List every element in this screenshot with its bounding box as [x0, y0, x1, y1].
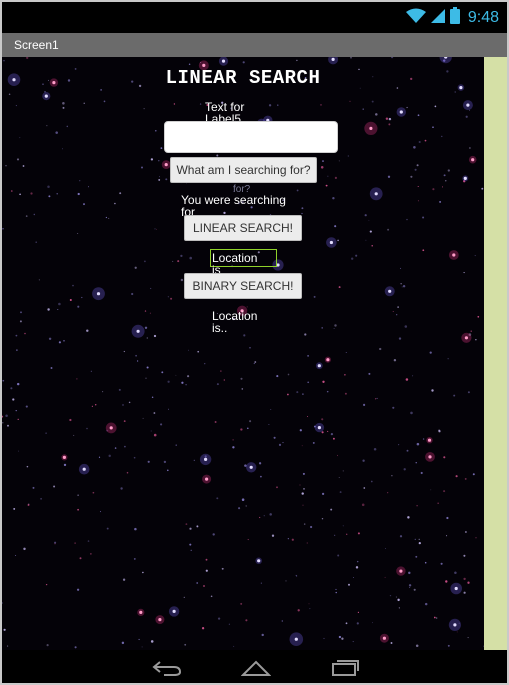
navigation-bar [2, 650, 507, 683]
back-icon [152, 661, 182, 676]
status-time: 9:48 [467, 9, 499, 26]
battery-icon [449, 7, 460, 29]
wifi-icon [405, 8, 426, 29]
what-am-i-searching-button[interactable]: What am I searching for? [170, 157, 317, 183]
status-icons: 9:48 [405, 7, 499, 29]
back-button[interactable] [149, 656, 185, 680]
app-screen: LINEAR SEARCH Text for Label5 What am I … [2, 57, 484, 650]
recents-icon [332, 660, 359, 676]
side-panel-strip [484, 57, 507, 650]
signal-icon [430, 8, 446, 29]
page-title: LINEAR SEARCH [165, 67, 321, 89]
recents-button[interactable] [327, 656, 363, 680]
device-frame: 9:48 Screen1 LINEAR SEARCH Text for Labe… [0, 0, 509, 685]
label5: Text for Label5 [205, 101, 245, 121]
app-title-bar: Screen1 [2, 33, 507, 57]
home-icon [241, 660, 271, 676]
status-bar: 9:48 [2, 2, 507, 33]
linear-search-button[interactable]: LINEAR SEARCH! [184, 215, 302, 241]
screen-title: Screen1 [14, 38, 59, 52]
binary-search-button[interactable]: BINARY SEARCH! [184, 273, 302, 299]
home-button[interactable] [238, 656, 274, 680]
binary-location-label: Location is.. [212, 310, 258, 335]
search-input[interactable] [164, 121, 338, 153]
